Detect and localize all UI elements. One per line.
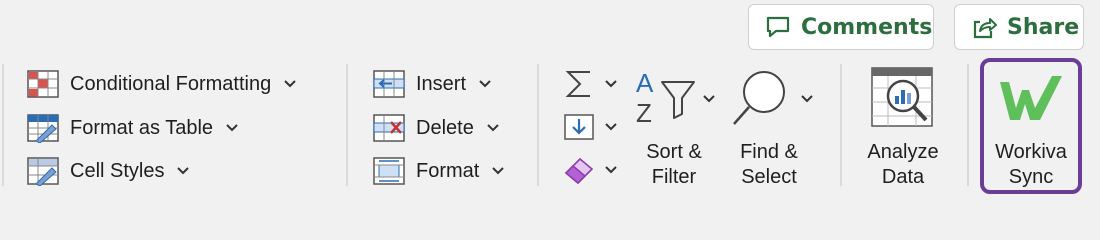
conditional-formatting-label: Conditional Formatting — [70, 72, 272, 95]
workiva-sync-label-line2: Sync — [1008, 166, 1054, 188]
clear-button[interactable] — [562, 155, 618, 185]
eraser-icon — [564, 157, 594, 185]
magnifier-icon — [733, 71, 785, 125]
comment-icon — [766, 16, 790, 38]
fill-down-icon — [564, 114, 594, 140]
cell-styles-icon — [27, 157, 59, 186]
cell-styles-button[interactable]: Cell Styles — [26, 153, 190, 189]
cell-styles-label: Cell Styles — [70, 159, 165, 182]
chevron-down-icon — [605, 80, 617, 88]
chevron-down-icon — [177, 167, 190, 175]
delete-label: Delete — [416, 116, 474, 139]
workiva-sync-button[interactable]: Workiva Sync — [980, 58, 1082, 194]
share-label: Share — [1007, 14, 1080, 40]
sort-filter-icon: A Z — [636, 68, 695, 128]
find-select-button[interactable]: Find & Select — [728, 66, 820, 190]
sort-filter-label-line2: Filter — [651, 166, 697, 188]
format-label: Format — [416, 159, 480, 182]
separator — [2, 64, 4, 186]
format-as-table-label: Format as Table — [70, 116, 214, 139]
chevron-down-icon — [284, 80, 296, 88]
analyze-data-label-line1: Analyze — [867, 141, 939, 163]
insert-cells-icon — [373, 70, 405, 98]
separator — [967, 64, 969, 186]
chevron-down-icon — [226, 124, 238, 132]
workiva-sync-label-line1: Workiva — [995, 141, 1067, 163]
analyze-data-icon — [871, 67, 933, 127]
chevron-down-icon — [605, 166, 617, 174]
format-button[interactable]: Format — [372, 153, 505, 189]
format-as-table-icon — [27, 114, 59, 143]
chevron-down-icon — [479, 80, 491, 88]
workiva-logo-icon — [1000, 76, 1062, 120]
fill-button[interactable] — [562, 112, 618, 142]
sort-filter-button[interactable]: A Z Sort & Filter — [630, 66, 722, 190]
analyze-data-button[interactable]: Analyze Data — [856, 66, 950, 190]
chevron-down-icon — [703, 95, 715, 103]
share-icon — [973, 18, 997, 39]
insert-button[interactable]: Insert — [372, 66, 492, 102]
autosum-button[interactable] — [562, 68, 618, 100]
chevron-down-icon — [487, 124, 499, 132]
conditional-formatting-button[interactable]: Conditional Formatting — [26, 66, 297, 102]
separator — [537, 64, 539, 186]
format-cells-icon — [373, 157, 405, 185]
comments-label: Comments — [801, 14, 933, 40]
chevron-down-icon — [801, 95, 813, 103]
conditional-formatting-icon — [27, 70, 59, 98]
sigma-icon — [565, 71, 590, 97]
delete-cells-icon — [373, 114, 405, 142]
sort-filter-label-line1: Sort & — [646, 141, 702, 163]
separator — [840, 64, 842, 186]
analyze-data-label-line2: Data — [881, 166, 925, 188]
chevron-down-icon — [605, 123, 617, 131]
delete-button[interactable]: Delete — [372, 110, 500, 146]
find-select-label-line2: Select — [741, 166, 797, 188]
find-select-label-line1: Find & — [740, 141, 798, 163]
format-as-table-button[interactable]: Format as Table — [26, 110, 239, 146]
separator — [346, 64, 348, 186]
comments-button[interactable]: Comments — [748, 4, 934, 50]
svg-text:A: A — [636, 68, 654, 98]
share-button[interactable]: Share — [954, 4, 1084, 50]
insert-label: Insert — [416, 72, 467, 95]
chevron-down-icon — [492, 167, 505, 175]
svg-text:Z: Z — [636, 98, 652, 128]
